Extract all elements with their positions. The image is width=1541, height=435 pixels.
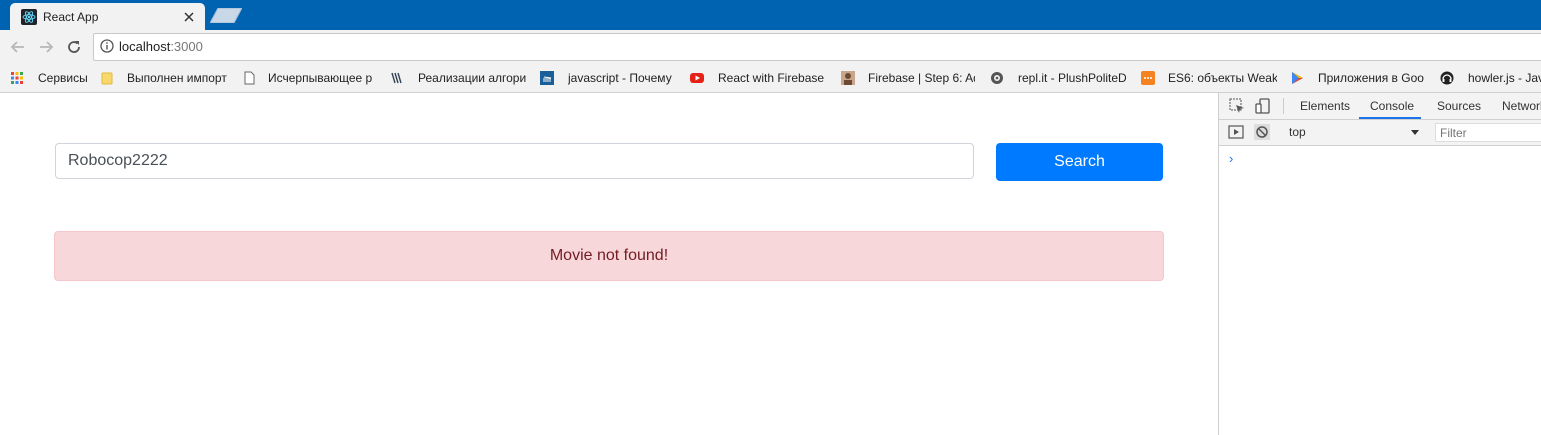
bookmark-item[interactable]: Приложения в Goo bbox=[1290, 70, 1426, 86]
url-host: localhost bbox=[119, 39, 171, 54]
apps-grid-icon bbox=[11, 72, 23, 84]
book-icon bbox=[391, 72, 402, 84]
devtools-tab-sources[interactable]: Sources bbox=[1437, 99, 1481, 113]
devtools-tab-network[interactable]: Network bbox=[1502, 99, 1541, 113]
bookmark-label: React with Firebase i bbox=[718, 71, 826, 85]
bookmark-label: Сервисы bbox=[38, 71, 88, 85]
replit-icon bbox=[991, 72, 1003, 84]
movie-search-input[interactable] bbox=[55, 143, 974, 179]
play-store-icon bbox=[1292, 72, 1303, 84]
bookmark-item[interactable]: javascript - Почему bbox=[540, 70, 673, 86]
bookmark-item[interactable]: Сервисы bbox=[10, 70, 88, 86]
bookmark-label: Firebase | Step 6: Ad bbox=[868, 71, 975, 85]
youtube-icon bbox=[690, 73, 704, 83]
bookmark-item[interactable]: Реализации алгорит bbox=[390, 70, 526, 86]
browser-tab-react-app[interactable]: React App bbox=[10, 3, 205, 30]
url-port: :3000 bbox=[170, 39, 203, 54]
active-tab-indicator bbox=[1359, 117, 1421, 119]
devtools-tab-elements[interactable]: Elements bbox=[1300, 99, 1350, 113]
search-button[interactable]: Search bbox=[996, 143, 1163, 181]
app-content: Search Movie not found! bbox=[0, 93, 1218, 435]
bookmark-item[interactable]: repl.it - PlushPoliteD bbox=[990, 70, 1126, 86]
bookmark-label: ES6: объекты WeakM bbox=[1168, 71, 1277, 85]
bookmark-item[interactable]: Firebase | Step 6: Ad bbox=[841, 70, 975, 86]
context-selector[interactable]: top bbox=[1289, 125, 1421, 139]
info-icon[interactable] bbox=[100, 39, 114, 53]
bookmark-item[interactable]: React with Firebase i bbox=[690, 70, 826, 86]
toolbar-separator bbox=[1283, 98, 1284, 114]
howler-icon bbox=[1440, 71, 1454, 85]
bookmark-item[interactable]: Исчерпывающее р bbox=[243, 70, 378, 86]
bookmark-item[interactable]: ES6: объекты WeakM bbox=[1141, 70, 1277, 86]
inspect-element-icon[interactable] bbox=[1229, 98, 1245, 114]
url-text: localhost:3000 bbox=[119, 39, 203, 54]
bookmark-label: Исчерпывающее р bbox=[268, 71, 373, 85]
console-toolbar: top bbox=[1219, 120, 1541, 146]
habr-icon bbox=[1141, 71, 1155, 85]
clear-console-icon[interactable] bbox=[1254, 124, 1270, 140]
bookmark-label: Приложения в Goo bbox=[1318, 71, 1424, 85]
tab-title: React App bbox=[43, 9, 99, 24]
page-icon bbox=[244, 71, 255, 85]
devtools-tab-console[interactable]: Console bbox=[1370, 99, 1414, 113]
bookmarks-bar: Сервисы Выполнен импорт Исчерпывающее р … bbox=[0, 64, 1541, 93]
folder-icon bbox=[101, 72, 113, 85]
bookmark-label: Реализации алгорит bbox=[418, 71, 526, 85]
device-toolbar-icon[interactable] bbox=[1255, 98, 1271, 114]
forward-arrow-icon[interactable] bbox=[37, 38, 55, 56]
movie-not-found-alert: Movie not found! bbox=[54, 231, 1164, 281]
bookmark-label: howler.js - Java bbox=[1468, 71, 1541, 85]
chevron-down-icon bbox=[1411, 130, 1419, 135]
show-sidebar-icon[interactable] bbox=[1228, 124, 1244, 140]
devtools-tab-bar: Elements Console Sources Network bbox=[1219, 93, 1541, 120]
stackoverflow-icon bbox=[540, 71, 554, 85]
close-tab-icon[interactable] bbox=[181, 9, 197, 25]
reload-icon[interactable] bbox=[65, 38, 83, 56]
bookmark-label: Выполнен импорт bbox=[127, 71, 227, 85]
react-favicon-icon bbox=[21, 8, 37, 25]
bookmark-item[interactable]: howler.js - Java bbox=[1440, 70, 1541, 86]
console-prompt[interactable]: › bbox=[1229, 151, 1233, 166]
back-arrow-icon[interactable] bbox=[9, 38, 27, 56]
bookmark-label: repl.it - PlushPoliteD bbox=[1018, 71, 1126, 85]
bookmark-item[interactable]: Выполнен импорт bbox=[101, 70, 227, 86]
console-filter-input[interactable] bbox=[1435, 123, 1541, 142]
browser-tab-strip: React App bbox=[0, 0, 1541, 30]
new-tab-button[interactable] bbox=[210, 8, 242, 23]
devtools-panel: Elements Console Sources Network top › bbox=[1218, 93, 1541, 435]
bookmark-label: javascript - Почему bbox=[568, 71, 672, 85]
avatar-icon bbox=[841, 71, 855, 85]
address-bar[interactable]: localhost:3000 bbox=[93, 33, 1541, 61]
browser-toolbar: localhost:3000 bbox=[0, 30, 1541, 64]
